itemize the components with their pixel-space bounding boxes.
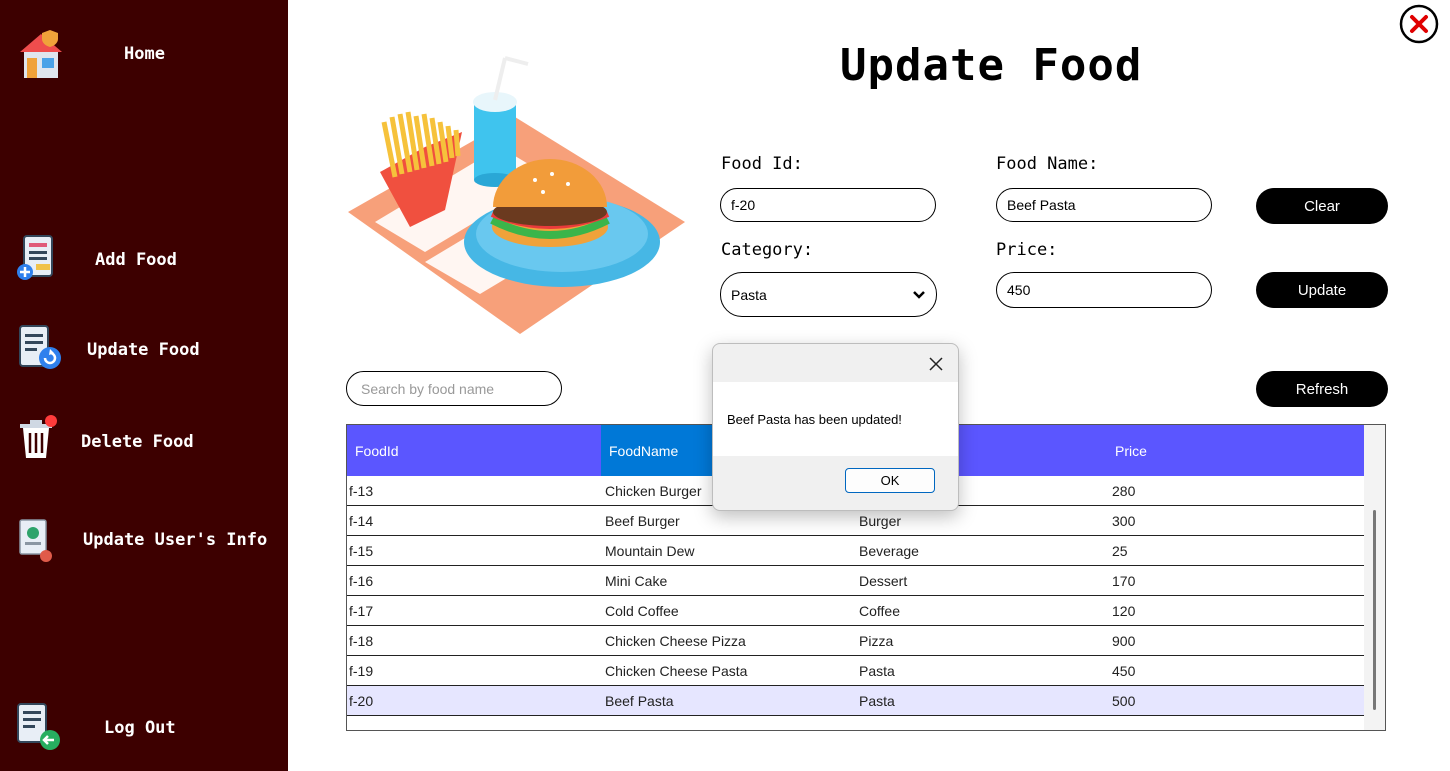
- table-row[interactable]: f-17 Cold Coffee Coffee 120: [347, 596, 1364, 626]
- price-value: 450: [1007, 282, 1031, 298]
- search-placeholder: Search by food name: [361, 380, 495, 397]
- close-icon[interactable]: [924, 352, 948, 376]
- home-icon: [20, 30, 62, 78]
- food-tray-illustration: [348, 56, 685, 334]
- table-cell: Pizza: [859, 632, 894, 649]
- trash-icon: [20, 415, 57, 458]
- table-cell: f-17: [349, 602, 374, 619]
- sidebar-item-label: Add Food: [95, 250, 177, 270]
- table-row[interactable]: f-20 Beef Pasta Pasta 500: [347, 686, 1364, 716]
- table-cell: Coffee: [859, 602, 900, 619]
- table-cell: f-15: [349, 542, 374, 559]
- sidebar-item-log-out[interactable]: Log Out: [0, 696, 288, 766]
- category-label: Category:: [721, 240, 814, 260]
- column-header-price[interactable]: Price: [1109, 425, 1364, 476]
- food-name-value: Beef Pasta: [1007, 197, 1076, 213]
- search-input[interactable]: Search by food name: [346, 371, 562, 406]
- food-id-value: f-20: [731, 197, 756, 213]
- table-cell: Dessert: [859, 572, 908, 589]
- table-cell: 25: [1112, 542, 1128, 559]
- table-cell: Mini Cake: [605, 572, 668, 589]
- table-cell: Pasta: [859, 662, 895, 679]
- sidebar-item-label: Delete Food: [81, 432, 194, 452]
- sidebar-item-delete-food[interactable]: Delete Food: [0, 410, 288, 480]
- message-dialog: Beef Pasta has been updated! OK: [712, 343, 959, 511]
- table-cell: 500: [1112, 692, 1136, 709]
- table-cell: 450: [1112, 662, 1136, 679]
- category-value: Pasta: [731, 286, 767, 303]
- food-name-field[interactable]: Beef Pasta: [996, 188, 1212, 222]
- sidebar-item-add-food[interactable]: Add Food: [0, 226, 288, 296]
- sidebar: Home Add Food Update Food Delete Food Up…: [0, 0, 288, 771]
- table-cell: 900: [1112, 632, 1136, 649]
- table-cell: 300: [1112, 512, 1136, 529]
- table-row[interactable]: f-19 Chicken Cheese Pasta Pasta 450: [347, 656, 1364, 686]
- dialog-message: Beef Pasta has been updated!: [727, 412, 902, 427]
- update-button[interactable]: Update: [1256, 272, 1388, 308]
- table-cell: Chicken Cheese Pizza: [605, 632, 746, 649]
- table-cell: 170: [1112, 572, 1136, 589]
- dialog-body: Beef Pasta has been updated!: [713, 382, 958, 456]
- chevron-down-icon: [913, 290, 925, 299]
- table-cell: f-20: [349, 692, 374, 709]
- sidebar-item-label: Update Food: [87, 340, 200, 360]
- sidebar-item-label: Log Out: [104, 718, 176, 738]
- table-cell: Mountain Dew: [605, 542, 695, 559]
- table-row[interactable]: f-15 Mountain Dew Beverage 25: [347, 536, 1364, 566]
- logout-icon: [17, 703, 60, 750]
- sidebar-item-label: Update User's Info: [83, 530, 268, 550]
- table-cell: f-19: [349, 662, 374, 679]
- table-cell: Pasta: [859, 692, 895, 709]
- food-id-field[interactable]: f-20: [720, 188, 936, 222]
- update-document-icon: [19, 325, 61, 369]
- table-cell: Chicken Burger: [605, 482, 702, 499]
- table-cell: 280: [1112, 482, 1136, 499]
- sidebar-item-update-users-info[interactable]: Update User's Info: [0, 510, 288, 580]
- table-cell: f-14: [349, 512, 374, 529]
- page-title: Update Food: [840, 40, 1143, 91]
- table-cell: Chicken Cheese Pasta: [605, 662, 748, 679]
- vertical-scrollbar[interactable]: [1364, 425, 1385, 730]
- category-select[interactable]: Pasta: [720, 272, 937, 317]
- table-cell: f-16: [349, 572, 374, 589]
- food-name-label: Food Name:: [996, 154, 1099, 174]
- price-field[interactable]: 450: [996, 272, 1212, 308]
- table-cell: Cold Coffee: [605, 602, 679, 619]
- close-circle-icon[interactable]: [1398, 3, 1440, 45]
- sidebar-item-home[interactable]: Home: [0, 22, 288, 92]
- table-cell: f-18: [349, 632, 374, 649]
- user-info-icon: [19, 519, 52, 562]
- table-row[interactable]: f-16 Mini Cake Dessert 170: [347, 566, 1364, 596]
- food-id-label: Food Id:: [721, 154, 803, 174]
- price-label: Price:: [996, 240, 1058, 260]
- sidebar-item-label: Home: [124, 44, 165, 64]
- table-cell: 120: [1112, 602, 1136, 619]
- table-cell: Beef Burger: [605, 512, 680, 529]
- refresh-button[interactable]: Refresh: [1256, 371, 1388, 407]
- sidebar-item-update-food[interactable]: Update Food: [0, 316, 288, 386]
- column-header-foodid[interactable]: FoodId: [347, 425, 601, 476]
- clear-button[interactable]: Clear: [1256, 188, 1388, 224]
- table-cell: f-13: [349, 482, 374, 499]
- ok-button[interactable]: OK: [845, 468, 935, 493]
- table-cell: Beverage: [859, 542, 919, 559]
- table-cell: Beef Pasta: [605, 692, 674, 709]
- scrollbar-thumb[interactable]: [1373, 510, 1376, 710]
- table-row[interactable]: f-18 Chicken Cheese Pizza Pizza 900: [347, 626, 1364, 656]
- add-document-icon: [17, 235, 53, 280]
